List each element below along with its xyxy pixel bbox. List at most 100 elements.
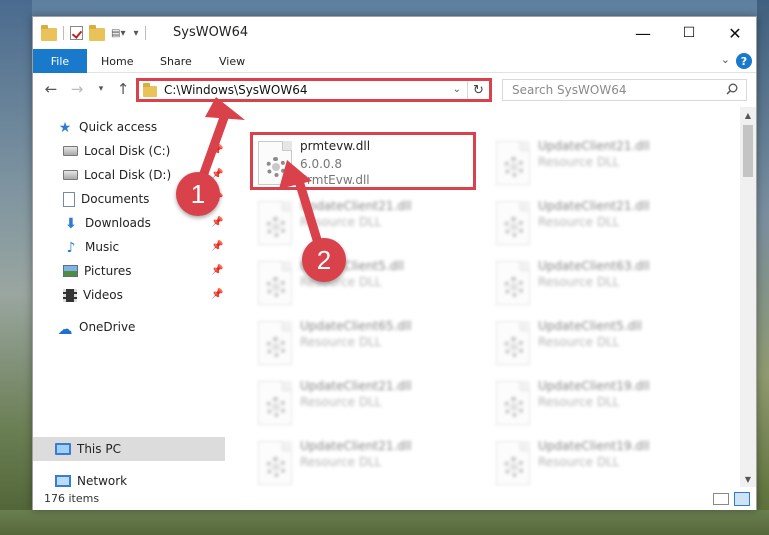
sidebar-item-local-disk-c[interactable]: Local Disk (C:) [63, 140, 233, 162]
dll-file-icon [258, 261, 292, 305]
toolbar-separator [144, 26, 146, 40]
sidebar-item-onedrive[interactable]: ☁ OneDrive [57, 316, 136, 338]
close-button[interactable]: ✕ [712, 17, 758, 49]
item-count: 176 items [44, 492, 100, 505]
pin-icon[interactable]: 📌 [211, 145, 223, 156]
details-view-icon[interactable] [713, 493, 729, 505]
sidebar-item-this-pc[interactable]: This PC [55, 438, 121, 460]
file-description: Resource DLL [300, 395, 382, 409]
file-tile[interactable]: UpdateClient19.dll Resource DLL [490, 433, 725, 487]
file-description: Resource DLL [538, 215, 620, 229]
file-tile[interactable]: UpdateClient19.dll Resource DLL [490, 373, 725, 431]
sidebar-item-pictures[interactable]: Pictures [63, 260, 132, 282]
help-icon[interactable]: ? [736, 53, 752, 69]
scroll-thumb[interactable] [743, 125, 753, 177]
gear-icon [504, 337, 524, 357]
file-description: Resource DLL [300, 455, 382, 469]
tab-share[interactable]: Share [160, 49, 192, 73]
status-bar: 176 items [33, 488, 756, 510]
file-name: UpdateClient21.dll [300, 379, 412, 393]
file-tile[interactable]: UpdateClient21.dll Resource DLL [490, 133, 725, 191]
sidebar-item-videos[interactable]: Videos [63, 284, 123, 306]
sidebar-item-label: Local Disk (D:) [84, 168, 172, 182]
pin-icon[interactable]: 📌 [211, 265, 223, 276]
sidebar-item-quick-access[interactable]: ★ Quick access [57, 116, 157, 138]
film-strip-icon [63, 288, 77, 302]
file-description: Resource DLL [300, 335, 382, 349]
tiles-view-icon[interactable] [734, 492, 750, 506]
search-box[interactable] [502, 79, 747, 101]
sidebar-item-label: Documents [81, 192, 150, 206]
document-icon [63, 191, 75, 207]
maximize-button[interactable]: ☐ [666, 17, 712, 49]
tab-home[interactable]: Home [101, 49, 133, 73]
star-icon: ★ [58, 120, 72, 136]
sidebar-item-label: Local Disk (C:) [84, 144, 171, 158]
customize-toolbar-icon[interactable]: ▤▾ [111, 28, 125, 39]
dll-file-icon [258, 381, 292, 425]
gear-icon [504, 457, 524, 477]
search-input[interactable] [512, 80, 722, 100]
file-tile[interactable]: UpdateClient21.dll Resource DLL [252, 373, 487, 431]
pin-icon[interactable]: 📌 [211, 241, 223, 252]
desktop-background-bottom [0, 510, 769, 535]
tab-file[interactable]: File [33, 49, 87, 73]
step-badge-1: 1 [176, 172, 220, 216]
chevron-down-icon[interactable]: ⌄ [453, 84, 461, 95]
file-tile[interactable]: UpdateClient63.dll Resource DLL [490, 253, 725, 311]
file-tile[interactable]: UpdateClient21.dll Resource DLL [252, 193, 487, 251]
title-bar: ▤▾ ▾ SysWOW64 — ☐ ✕ [33, 17, 756, 49]
computer-icon [55, 443, 71, 455]
refresh-icon[interactable]: ↻ [467, 81, 489, 99]
pin-icon[interactable]: 📌 [211, 289, 223, 300]
file-tile[interactable]: UpdateClient5.dll Resource DLL [252, 253, 487, 311]
address-path: C:\Windows\SysWOW64 [164, 83, 308, 97]
sidebar-item-label: This PC [77, 442, 121, 456]
step-badge-2: 2 [302, 238, 346, 282]
file-name: UpdateClient63.dll [538, 259, 650, 273]
file-tile[interactable]: UpdateClient21.dll Resource DLL [490, 193, 725, 251]
back-arrow-icon[interactable]: ← [42, 80, 60, 98]
dropdown-arrow-icon[interactable]: ▾ [133, 28, 138, 39]
file-tile[interactable]: UpdateClient21.dll Resource DLL [252, 433, 487, 487]
address-bar[interactable]: C:\Windows\SysWOW64 ⌄ ↻ [136, 78, 492, 102]
new-folder-icon[interactable] [89, 25, 105, 41]
network-icon [55, 475, 71, 487]
file-name: UpdateClient21.dll [300, 439, 412, 453]
scroll-down-icon[interactable]: ▼ [740, 471, 756, 487]
sidebar-item-documents[interactable]: Documents [63, 188, 149, 210]
pin-icon[interactable]: 📌 [211, 217, 223, 228]
vertical-scrollbar[interactable]: ▲ ▼ [740, 107, 756, 487]
file-tile[interactable]: UpdateClient65.dll Resource DLL [252, 313, 487, 371]
scroll-up-icon[interactable]: ▲ [740, 107, 756, 123]
minimize-button[interactable]: — [620, 17, 666, 49]
forward-arrow-icon[interactable]: → [68, 80, 86, 98]
ribbon-tabs: File Home Share View ⌄ ? [33, 49, 756, 73]
gear-icon [266, 457, 286, 477]
sidebar-item-label: OneDrive [79, 320, 136, 334]
file-description: Resource DLL [300, 215, 382, 229]
search-icon[interactable] [726, 83, 738, 95]
file-name: UpdateClient65.dll [300, 319, 412, 333]
sidebar-item-label: Pictures [84, 264, 132, 278]
gear-icon [266, 397, 286, 417]
tab-view[interactable]: View [219, 49, 245, 73]
dll-file-icon [258, 441, 292, 485]
dll-file-icon [496, 201, 530, 245]
file-name: UpdateClient21.dll [300, 199, 412, 213]
gear-icon [266, 277, 286, 297]
properties-icon[interactable] [70, 26, 83, 40]
file-name: UpdateClient21.dll [538, 199, 650, 213]
sidebar-item-downloads[interactable]: ⬇ Downloads [63, 212, 151, 234]
sidebar-item-label: Network [77, 474, 128, 488]
up-arrow-icon[interactable]: ↑ [114, 80, 132, 98]
expand-ribbon-icon[interactable]: ⌄ [721, 53, 730, 66]
dll-file-icon [496, 441, 530, 485]
folder-icon [41, 25, 57, 41]
dll-file-icon [258, 321, 292, 365]
sidebar-item-music[interactable]: ♪ Music [63, 236, 120, 258]
recent-locations-icon[interactable]: ▾ [92, 80, 110, 98]
file-name: UpdateClient19.dll [538, 439, 650, 453]
sidebar-item-label: Quick access [79, 120, 158, 134]
file-tile[interactable]: UpdateClient5.dll Resource DLL [490, 313, 725, 371]
